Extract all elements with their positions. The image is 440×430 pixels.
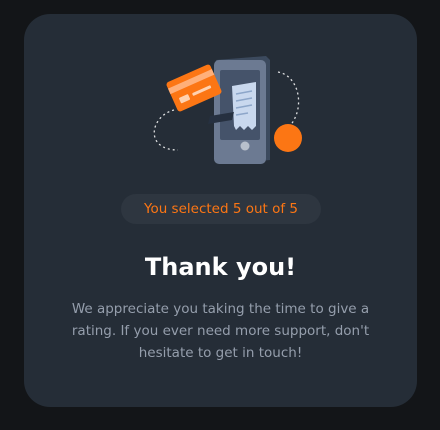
- payment-phone-illustration-icon: [153, 56, 302, 164]
- thank-you-message: We appreciate you taking the time to giv…: [71, 301, 370, 361]
- rating-selection-badge: You selected 5 out of 5: [121, 194, 321, 224]
- page-title: Thank you!: [144, 253, 297, 281]
- thank-you-card: You selected 5 out of 5 Thank you! We ap…: [24, 14, 417, 407]
